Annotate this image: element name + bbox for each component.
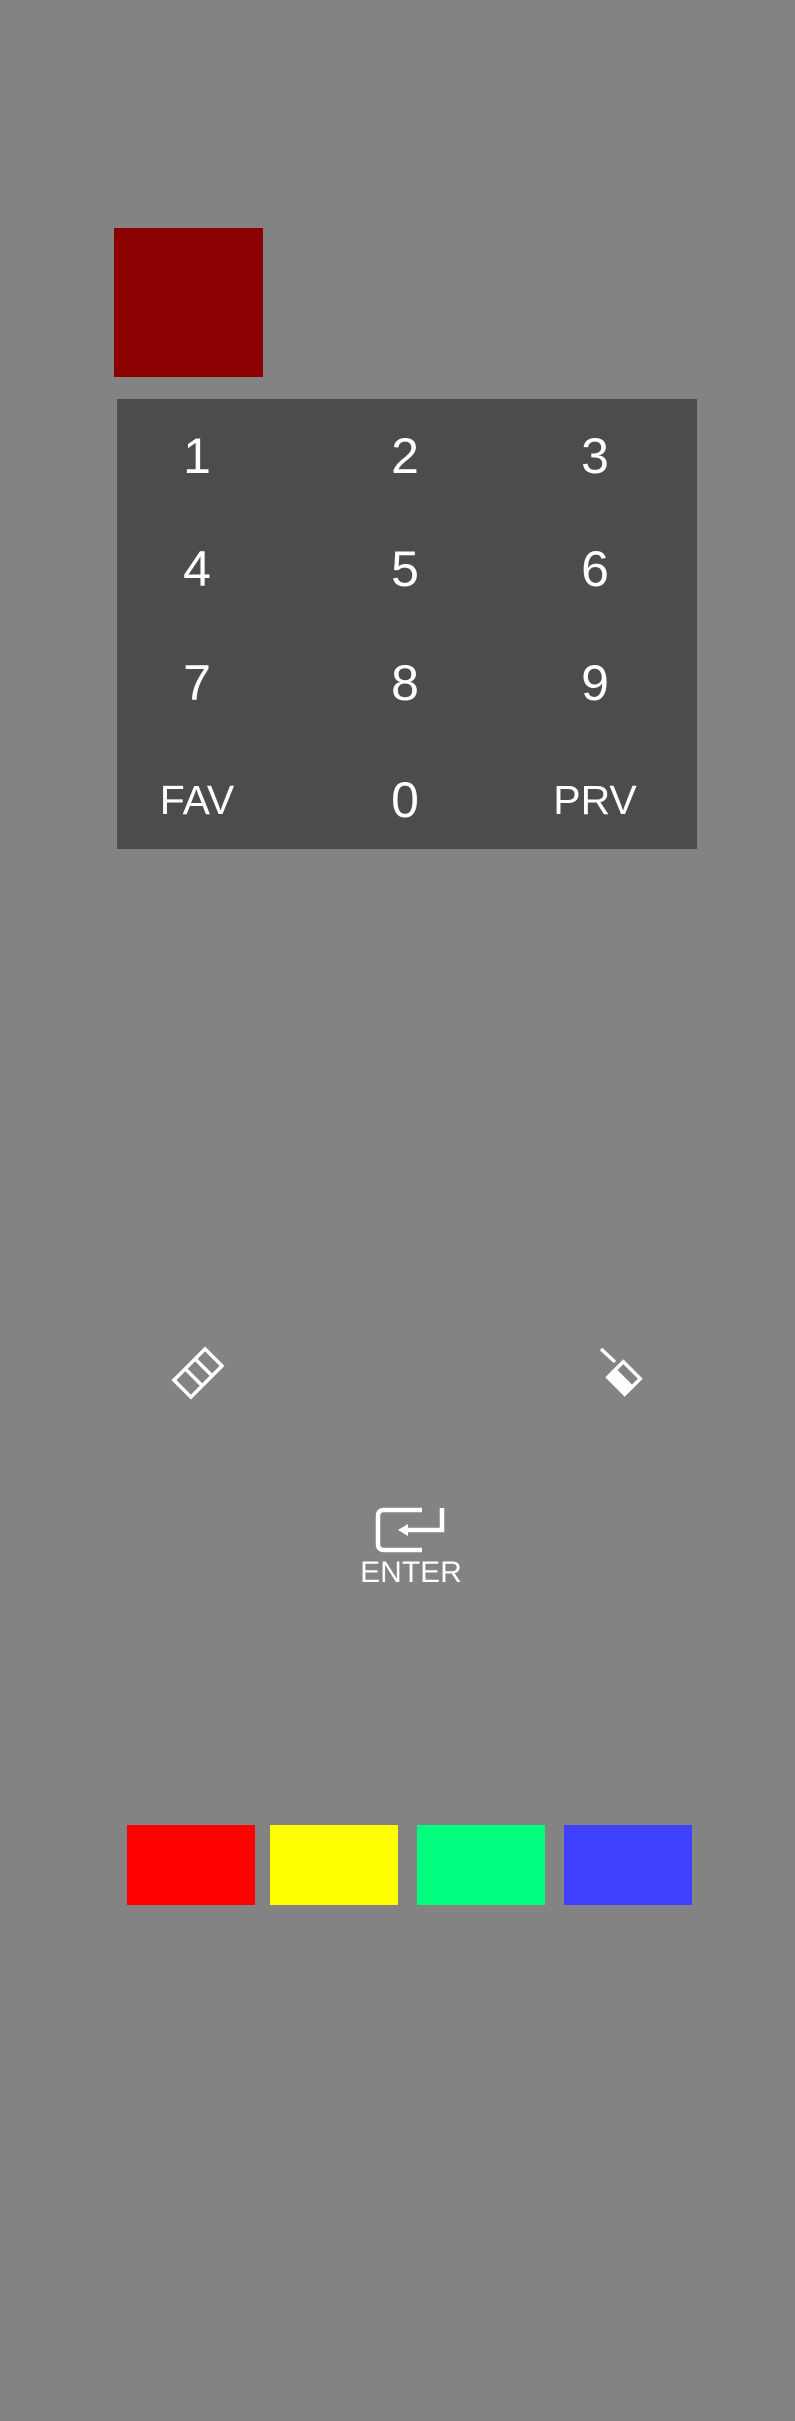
key-6[interactable]: 6 xyxy=(515,524,675,614)
key-1[interactable]: 1 xyxy=(117,411,277,501)
yellow-button[interactable] xyxy=(270,1825,398,1905)
green-button[interactable] xyxy=(417,1825,545,1905)
paint-bucket-icon xyxy=(599,1347,643,1397)
key-2[interactable]: 2 xyxy=(325,411,485,501)
enter-label: ENTER xyxy=(360,1556,462,1589)
key-7[interactable]: 7 xyxy=(117,638,277,728)
key-0[interactable]: 0 xyxy=(325,755,485,845)
blue-button[interactable] xyxy=(564,1825,692,1905)
film-strip-icon xyxy=(171,1346,225,1400)
power-button[interactable] xyxy=(114,228,263,377)
red-button[interactable] xyxy=(127,1825,255,1905)
number-keypad: 1 2 3 4 5 6 7 8 9 FAV 0 PRV xyxy=(117,399,697,849)
fav-button[interactable]: FAV xyxy=(117,755,277,845)
prv-button[interactable]: PRV xyxy=(515,755,675,845)
paint-bucket-button[interactable] xyxy=(576,1328,666,1418)
key-3[interactable]: 3 xyxy=(515,411,675,501)
key-5[interactable]: 5 xyxy=(325,524,485,614)
enter-button[interactable]: ENTER xyxy=(341,1496,481,1596)
key-8[interactable]: 8 xyxy=(325,638,485,728)
key-4[interactable]: 4 xyxy=(117,524,277,614)
enter-icon xyxy=(375,1507,445,1553)
key-9[interactable]: 9 xyxy=(515,638,675,728)
film-strip-button[interactable] xyxy=(153,1328,243,1418)
